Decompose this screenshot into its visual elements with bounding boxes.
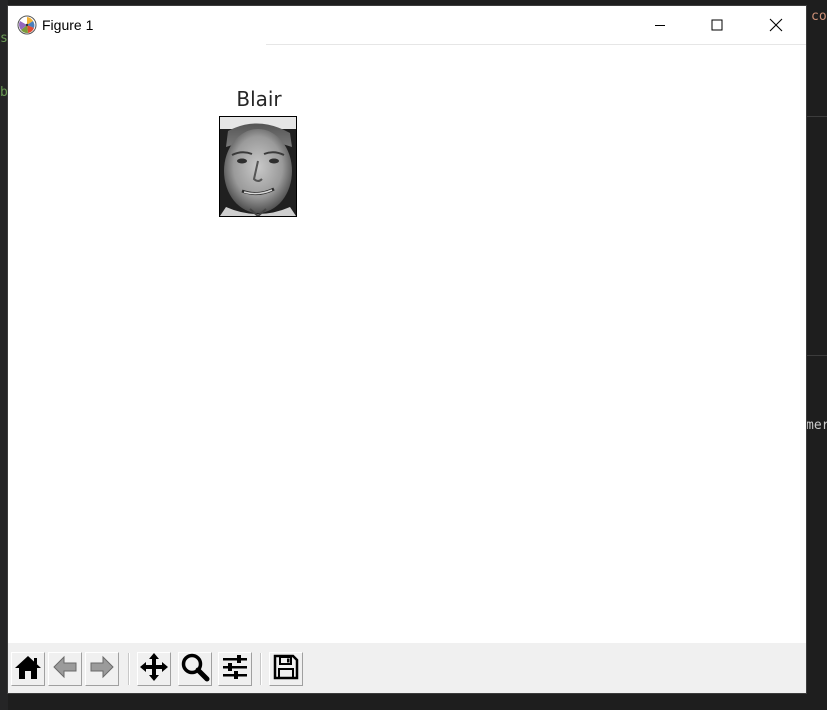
back-button[interactable]: [48, 652, 82, 686]
navigation-toolbar: [8, 643, 806, 693]
face-image: [219, 116, 297, 217]
maximize-button[interactable]: [694, 6, 740, 44]
configure-subplots-button[interactable]: [218, 652, 252, 686]
editor-fragment-left-1: s: [0, 31, 8, 46]
forward-button[interactable]: [85, 652, 119, 686]
floppy-disk-icon: [272, 653, 300, 685]
editor-background-divider: [806, 355, 827, 356]
save-button[interactable]: [269, 652, 303, 686]
editor-background-divider-top: [806, 116, 827, 117]
figure-canvas[interactable]: Blair: [8, 45, 806, 643]
title-bar[interactable]: Figure 1: [8, 6, 806, 44]
move-arrows-icon: [139, 652, 169, 686]
maximize-icon: [711, 19, 723, 31]
window-title: Figure 1: [42, 17, 94, 33]
subplot-title: Blair: [236, 87, 282, 111]
minimize-icon: [654, 19, 666, 31]
editor-fragment-left-2: b: [0, 85, 8, 100]
toolbar-separator: [128, 653, 130, 685]
home-icon: [14, 654, 42, 684]
arrow-left-icon: [51, 654, 79, 684]
close-button[interactable]: [753, 6, 799, 44]
editor-fragment-top: co: [811, 9, 827, 24]
sliders-icon: [221, 654, 249, 684]
figure-window: Figure 1 Blair: [8, 6, 806, 693]
zoom-button[interactable]: [178, 652, 212, 686]
pan-button[interactable]: [137, 652, 171, 686]
minimize-button[interactable]: [637, 6, 683, 44]
matplotlib-logo-icon: [17, 15, 37, 35]
arrow-right-icon: [88, 654, 116, 684]
close-icon: [769, 18, 783, 32]
editor-background-panel: [0, 0, 8, 710]
magnifier-icon: [180, 652, 210, 686]
editor-fragment-right: mer: [806, 418, 827, 433]
toolbar-separator: [260, 653, 262, 685]
home-button[interactable]: [11, 652, 45, 686]
